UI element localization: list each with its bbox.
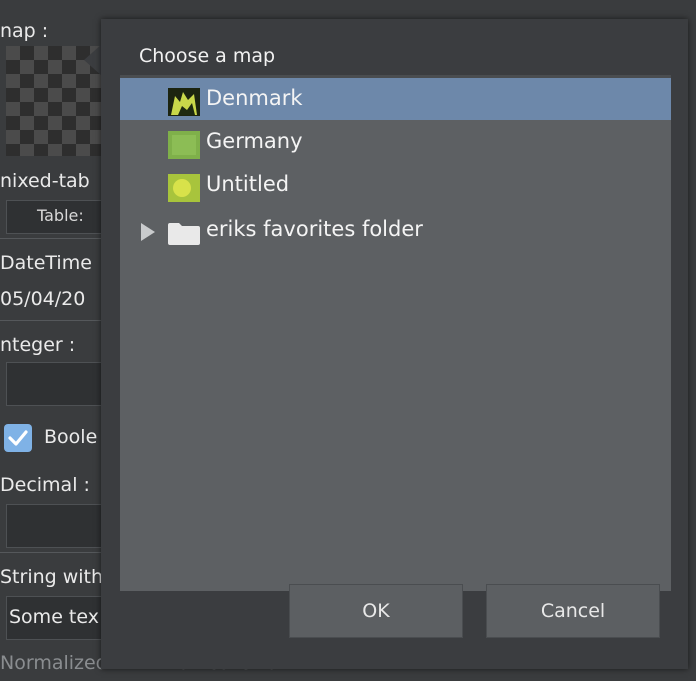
map-item-label: Denmark xyxy=(206,86,303,110)
map-list-panel: Choose a map Denmark Germany Untitled er… xyxy=(120,41,671,591)
dialog-title: Choose a map xyxy=(139,45,276,67)
map-thumbnail-untitled-icon xyxy=(168,174,200,202)
map-item-label: Untitled xyxy=(206,172,290,196)
ok-button[interactable]: OK xyxy=(289,584,463,638)
dialog-header: Choose a map xyxy=(120,41,671,78)
boolean-label: Boole xyxy=(44,426,98,448)
choose-map-dialog: Choose a map Denmark Germany Untitled er… xyxy=(101,19,688,669)
table-selector-label: Table: xyxy=(37,206,84,225)
map-thumbnail-denmark-icon xyxy=(168,88,200,116)
checkmark-icon xyxy=(8,430,28,446)
map-item-untitled[interactable]: Untitled xyxy=(120,164,671,206)
favorites-folder-item[interactable]: eriks favorites folder xyxy=(120,209,671,251)
folder-label: eriks favorites folder xyxy=(206,217,423,241)
dialog-pointer xyxy=(84,44,102,76)
map-item-denmark[interactable]: Denmark xyxy=(120,78,671,120)
map-item-label: Germany xyxy=(206,129,303,153)
map-thumbnail-germany-icon xyxy=(168,131,200,159)
cancel-button[interactable]: Cancel xyxy=(486,584,660,638)
map-item-germany[interactable]: Germany xyxy=(120,121,671,163)
folder-icon xyxy=(168,223,200,245)
triangle-right-icon[interactable] xyxy=(141,223,155,241)
string-input-value: Some tex xyxy=(9,606,99,628)
boolean-checkbox[interactable] xyxy=(4,424,32,452)
